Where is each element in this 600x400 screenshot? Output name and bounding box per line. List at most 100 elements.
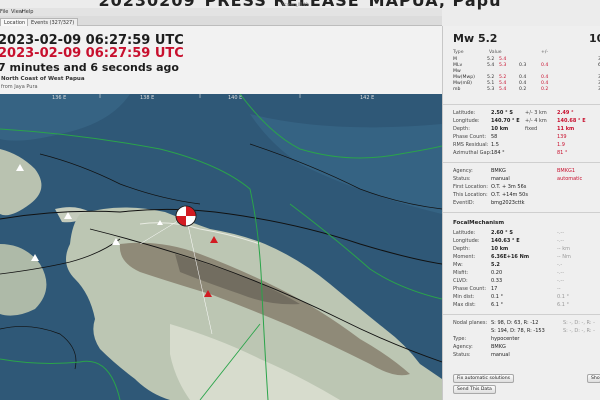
separator <box>443 212 600 213</box>
phase-count-row: Phase Count: 58 139 <box>453 134 600 142</box>
mag-value: 5.2 <box>487 75 495 80</box>
value-alt: -.-- <box>557 270 565 276</box>
value: 1.5 <box>491 142 499 148</box>
value-alt: automatic <box>557 176 583 182</box>
mag-value-red: 5.4 <box>499 57 507 62</box>
value: 140.63 ° E <box>491 238 520 244</box>
magnitude-table-header: Type Value +/- <box>453 50 600 56</box>
fm-latitude-row: Latitude: 2.60 ° S -.-- <box>453 230 600 238</box>
mag-unc: 0.2 <box>519 87 527 92</box>
event-details-panel: Mw 5.2 10 Type Value +/- M 5.2 5.4 34 ML… <box>442 26 600 400</box>
event-summary-header: 2023-02-09 06:27:59 UTC 2023-02-09 06:27… <box>0 26 442 94</box>
value: BMKG <box>491 168 506 174</box>
value: 10 km <box>491 126 509 132</box>
value-alt: 81 ° <box>557 150 568 156</box>
seiscomp-window: 20230209_PRESS RELEASE_MAPUA, Papu Scree… <box>0 0 600 400</box>
label: Latitude: <box>453 230 476 236</box>
menu-file[interactable]: File <box>0 9 8 15</box>
tab-location[interactable]: Location <box>0 18 30 26</box>
value: 17 <box>491 286 498 292</box>
nodal-plane-2: S: 194, D: 78, R: -153 <box>491 328 545 334</box>
value: 140.70 ° E <box>491 118 520 124</box>
mag-unc-red: 0.4 <box>541 81 549 86</box>
fix-automatic-solutions-button[interactable]: Fix automatic solutions <box>453 374 515 383</box>
beachball-icon[interactable] <box>175 205 197 227</box>
value: hypocenter <box>491 336 520 342</box>
event-id-row: EventID: bmg2023cttk <box>453 200 600 208</box>
value-alt: 0.1 ° <box>557 294 570 300</box>
lon-label-142: 142 E <box>360 95 374 101</box>
mag-unc: 0.3 <box>519 63 527 68</box>
value: 2.50 ° S <box>491 110 513 116</box>
value-alt: -.- <box>557 262 563 268</box>
label: CLVD: <box>453 278 468 284</box>
depth-type: fixed <box>525 126 538 132</box>
col-value: Value <box>489 50 502 55</box>
send-data-button[interactable]: Send This Data <box>453 385 496 394</box>
separator <box>443 314 600 315</box>
label: Azimuthal Gap: <box>453 150 492 156</box>
fm-status-row: Status: manual <box>453 352 600 360</box>
show-button[interactable]: Sho <box>587 374 600 383</box>
mag-value-red: 5.2 <box>499 75 507 80</box>
label: Phase Count: <box>453 286 487 292</box>
focal-mechanism-title: FocalMechanism <box>453 220 505 226</box>
value: 0.20 <box>491 270 503 276</box>
value: 184 ° <box>491 150 505 156</box>
nodal-plane-2-alt: S: -, D: -, R: - <box>563 328 595 334</box>
value-alt: -.-- <box>557 238 565 244</box>
event-map[interactable]: 136 E 138 E 140 E 142 E <box>0 94 442 400</box>
value-alt: 139 <box>557 134 567 140</box>
separator <box>443 162 600 163</box>
label: Min dist: <box>453 294 475 300</box>
value: O.T. +14m 50s <box>491 192 528 198</box>
col-pm: +/- <box>541 50 549 55</box>
depth-row: Depth: 10 km fixed 11 km <box>453 126 600 134</box>
mag-unc: 0.4 <box>519 75 527 80</box>
value-alt: -.-- <box>557 278 565 284</box>
magnitude-row[interactable]: mb 5.3 5.4 0.2 0.2 34 <box>453 87 600 93</box>
fm-min-dist-row: Min dist: 0.1 ° 0.1 ° <box>453 294 600 302</box>
menu-help[interactable]: Help <box>22 9 33 15</box>
region-name: North Coast of West Papua <box>1 76 85 82</box>
uncertainty: +/- 3 km <box>525 110 547 116</box>
value: manual <box>491 352 510 358</box>
azimuthal-gap-row: Azimuthal Gap: 184 ° 81 ° <box>453 150 600 158</box>
origin-time-red: 2023-02-09 06:27:59 UTC <box>0 46 184 61</box>
mag-type: Mw(Mwp) <box>453 75 475 80</box>
fm-moment-row: Moment: 6.36E+16 Nm -- Nm <box>453 254 600 262</box>
mag-unc-red: 0.4 <box>541 63 549 68</box>
value-alt: -.-- <box>557 230 565 236</box>
value-alt: -- km <box>557 246 570 252</box>
label: Status: <box>453 352 471 358</box>
status-row: Status: manual automatic <box>453 176 600 184</box>
mag-value-red: 5.4 <box>499 87 507 92</box>
map-canvas[interactable]: 136 E 138 E 140 E 142 E <box>0 94 442 400</box>
label: First Location: <box>453 184 488 190</box>
elapsed-time: 7 minutes and 6 seconds ago <box>0 61 179 74</box>
label: Longitude: <box>453 238 480 244</box>
label: Mw: <box>453 262 463 268</box>
lon-label-138: 138 E <box>140 95 154 101</box>
separator <box>443 104 600 105</box>
value-alt: -- Nm <box>557 254 571 260</box>
label: Misfit: <box>453 270 469 276</box>
value: 2.60 ° S <box>491 230 513 236</box>
tab-events[interactable]: Events (327/327) <box>27 18 79 26</box>
magnitude-title: Mw 5.2 <box>453 32 498 45</box>
label: Depth: <box>453 126 470 132</box>
nodal-plane-1: S: 98, D: 63, R: -12 <box>491 320 539 326</box>
value-alt: 6.1 ° <box>557 302 570 308</box>
label: Moment: <box>453 254 476 260</box>
mag-type: mb <box>453 87 461 92</box>
nodal-plane-1-alt: S: -, D: -, R: - <box>563 320 595 326</box>
mag-type: Mw(mB) <box>453 81 472 86</box>
value-alt: 1.9 <box>557 142 565 148</box>
agency-row: Agency: BMKG BMKG1 <box>453 168 600 176</box>
mag-unc-red: 0.4 <box>541 75 549 80</box>
label: Nodal planes: <box>453 320 488 326</box>
mag-value-red: 5.3 <box>499 63 507 68</box>
longitude-row: Longitude: 140.70 ° E +/- 4 km 140.68 ° … <box>453 118 600 126</box>
col-type: Type <box>453 50 464 55</box>
first-location-row: First Location: O.T. + 3m 56s <box>453 184 600 192</box>
